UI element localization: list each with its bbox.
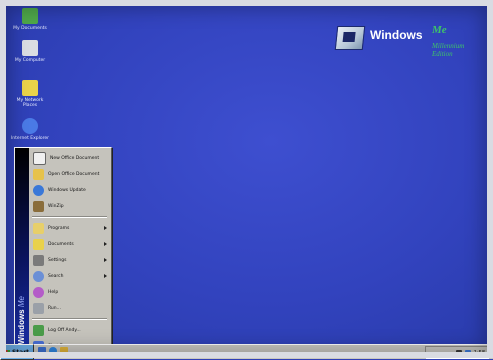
run-icon	[33, 302, 44, 314]
menu-item-search[interactable]: Search	[30, 268, 110, 284]
start-menu: Windows Me New Office Document Open Offi…	[14, 147, 112, 354]
menu-item-run[interactable]: Run...	[30, 300, 110, 316]
menu-item-winzip[interactable]: WinZip	[30, 198, 110, 214]
help-icon	[33, 286, 44, 298]
submenu-arrow-icon	[104, 274, 107, 278]
windows-flag-icon	[334, 26, 366, 50]
menu-item-settings[interactable]: Settings	[30, 252, 110, 268]
menu-item-label: WinZip	[48, 203, 64, 209]
my-documents-icon	[22, 8, 38, 24]
windows-flag-icon	[4, 349, 10, 355]
logo-word: Windows	[370, 28, 423, 42]
banner-brand: Windows	[17, 308, 26, 344]
desktop-icon-my-computer[interactable]: My Computer	[10, 40, 50, 63]
my-computer-icon	[22, 40, 38, 56]
menu-item-help[interactable]: Help	[30, 284, 110, 300]
submenu-arrow-icon	[104, 258, 107, 262]
internet-explorer-icon[interactable]	[49, 347, 57, 355]
desktop-icon-label: My Network Places	[16, 98, 44, 108]
menu-item-label: Windows Update	[48, 187, 86, 193]
start-button-label: Start	[11, 348, 30, 356]
search-icon	[33, 270, 44, 282]
menu-item-log-off[interactable]: Log Off Andy...	[30, 322, 110, 338]
logo-subtitle: Millennium Edition	[432, 42, 465, 58]
settings-icon	[33, 254, 44, 266]
taskbar: Start 1:58	[0, 344, 493, 360]
documents-icon	[33, 238, 44, 250]
logo-edition: Me	[432, 24, 447, 36]
start-menu-banner: Windows Me	[15, 148, 29, 350]
menu-item-label: Settings	[48, 257, 67, 263]
menu-separator	[32, 318, 107, 320]
system-tray: 1:58	[425, 346, 489, 359]
start-menu-items: New Office Document Open Office Document…	[30, 150, 110, 354]
windows-update-icon	[33, 184, 44, 196]
menu-item-label: Open Office Document	[48, 171, 100, 177]
desktop-icon-network-places[interactable]: My Network Places	[10, 80, 50, 108]
menu-separator	[32, 216, 107, 218]
desktop-icon-internet-explorer[interactable]: Internet Explorer	[10, 118, 50, 141]
windows-logo: Windows Me Millennium Edition	[334, 24, 486, 58]
desktop-icon-my-documents[interactable]: My Documents	[10, 8, 50, 31]
menu-item-open-office-document[interactable]: Open Office Document	[30, 166, 110, 182]
desktop-icon-label: My Documents	[13, 26, 47, 31]
internet-explorer-icon	[22, 118, 38, 134]
outlook-express-icon[interactable]	[60, 347, 68, 355]
new-office-document-icon	[33, 151, 46, 165]
banner-edition: Me	[17, 295, 26, 307]
speaker-icon[interactable]	[455, 349, 462, 356]
submenu-arrow-icon	[104, 242, 107, 246]
network-places-icon	[22, 80, 38, 96]
desktop-icon-label: Internet Explorer	[10, 136, 50, 141]
menu-item-documents[interactable]: Documents	[30, 236, 110, 252]
menu-item-label: Log Off Andy...	[48, 327, 81, 333]
menu-item-new-office-document[interactable]: New Office Document	[30, 150, 110, 166]
menu-item-label: New Office Document	[50, 155, 100, 161]
log-off-icon	[33, 324, 44, 336]
menu-item-programs[interactable]: Programs	[30, 220, 110, 236]
clock[interactable]: 1:58	[474, 350, 485, 356]
menu-item-label: Documents	[48, 241, 74, 247]
network-icon[interactable]	[464, 349, 471, 356]
menu-item-windows-update[interactable]: Windows Update	[30, 182, 110, 198]
show-desktop-icon[interactable]	[38, 347, 46, 355]
winzip-icon	[33, 200, 44, 212]
open-office-document-icon	[33, 168, 44, 180]
menu-item-label: Help	[48, 289, 59, 295]
desktop-icon-label: My Computer	[14, 58, 46, 63]
menu-item-label: Search	[48, 273, 64, 279]
submenu-arrow-icon	[104, 226, 107, 230]
menu-item-label: Run...	[48, 305, 61, 311]
programs-icon	[33, 222, 44, 234]
menu-item-label: Programs	[48, 225, 70, 231]
